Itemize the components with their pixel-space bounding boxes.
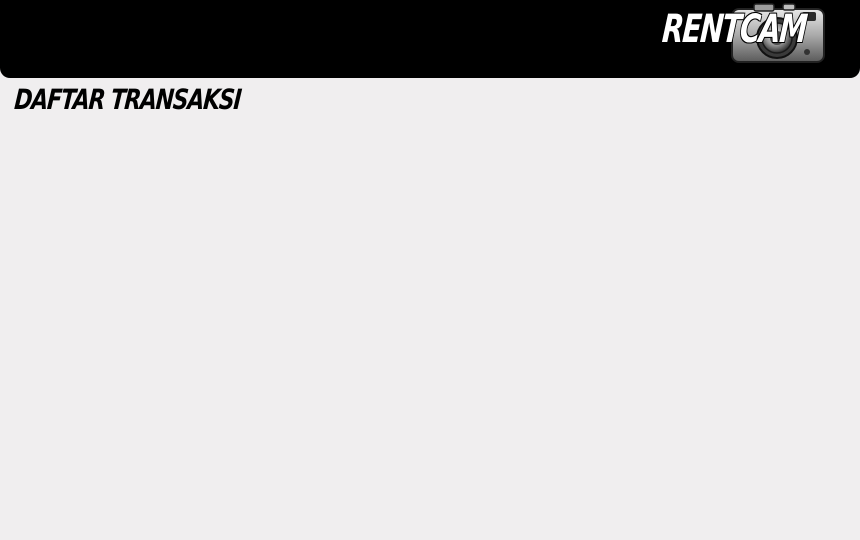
- top-header: RENTCAM: [0, 0, 860, 78]
- page-title: DAFTAR TRANSAKSI: [13, 83, 242, 116]
- transaction-list-area: [0, 120, 860, 540]
- app-window: RENTCAM DAFTAR TRANSAKSI: [0, 0, 860, 540]
- brand-name: RENTCAM: [660, 7, 808, 52]
- brand-logo[interactable]: RENTCAM: [660, 0, 834, 68]
